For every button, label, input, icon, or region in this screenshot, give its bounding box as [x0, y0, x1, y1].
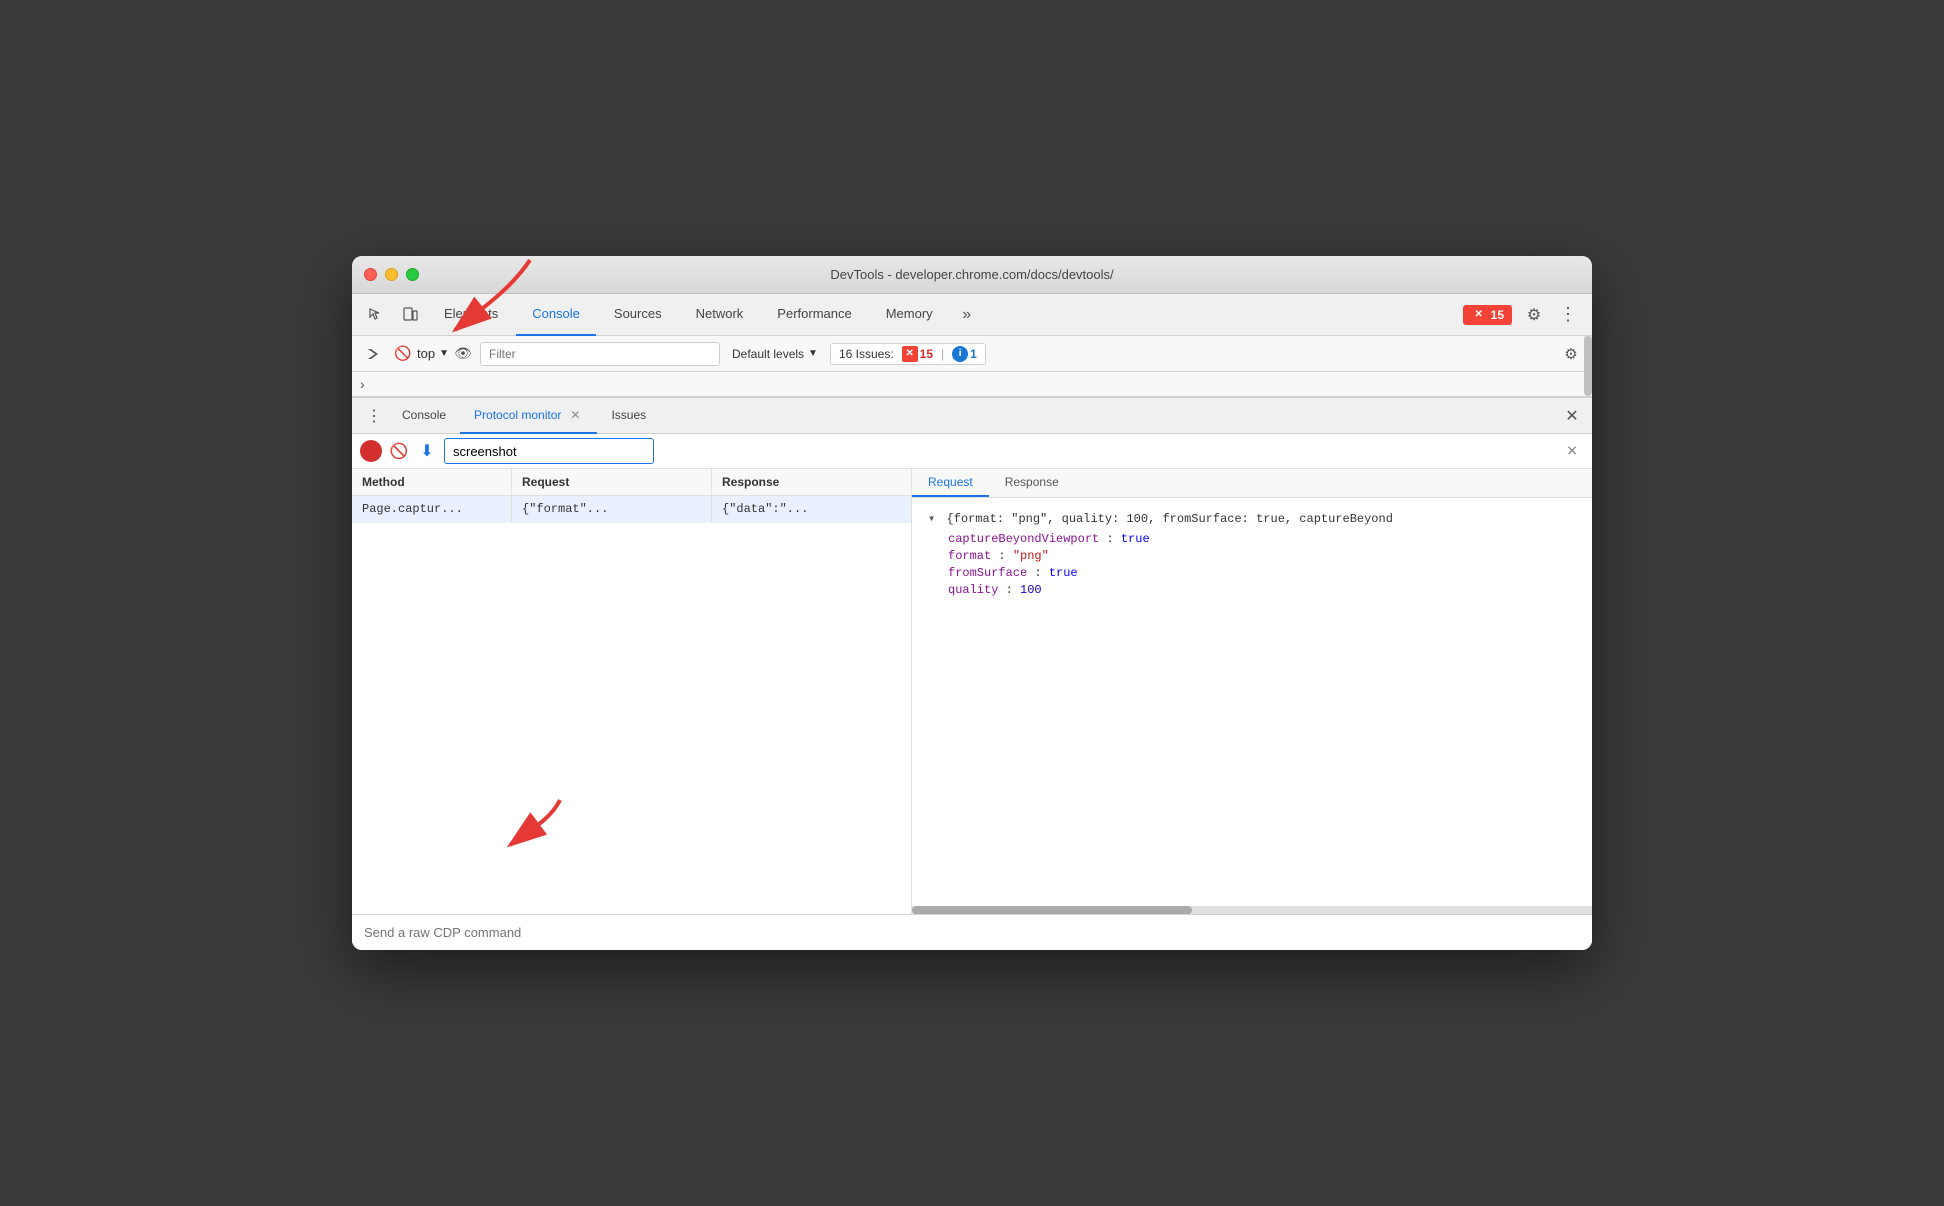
col-header-response: Response: [712, 469, 912, 495]
pm-block-button[interactable]: 🚫: [388, 440, 410, 462]
error-x-icon: ✕: [1471, 307, 1487, 323]
block-icon-button[interactable]: 🚫: [390, 341, 416, 367]
json-key-0: captureBeyondViewport: [948, 532, 1099, 546]
json-key-1: format: [948, 549, 991, 563]
col-header-method: Method: [352, 469, 512, 495]
clear-console-button[interactable]: [360, 341, 386, 367]
protocol-monitor-close-icon[interactable]: ✕: [567, 407, 583, 423]
minimize-button[interactable]: [385, 268, 398, 281]
more-tabs-button[interactable]: »: [951, 299, 983, 331]
tab-performance[interactable]: Performance: [761, 294, 867, 336]
json-fields: captureBeyondViewport : true format : "p…: [928, 532, 1576, 597]
bottom-panel: ⋮ Console Protocol monitor ✕ Issues ✕ 🚫 …: [352, 397, 1592, 950]
levels-dropdown[interactable]: Default levels ▼: [724, 345, 826, 363]
scrollbar-track[interactable]: [1584, 336, 1592, 371]
console-settings-button[interactable]: ⚙: [1558, 341, 1584, 367]
panel-menu-button[interactable]: ⋮: [360, 402, 388, 430]
issues-error-icon: ✕: [902, 346, 918, 362]
pm-table-header: Method Request Response: [352, 469, 911, 496]
json-key-2: fromSurface: [948, 566, 1027, 580]
console-expand-row[interactable]: ›: [352, 372, 1592, 397]
pm-record-button[interactable]: [360, 440, 382, 462]
json-value-0: true: [1121, 532, 1150, 546]
tab-issues[interactable]: Issues: [597, 398, 660, 434]
filter-input[interactable]: [480, 342, 720, 366]
triangle-down-icon: ▾: [928, 512, 935, 526]
settings-button[interactable]: ⚙: [1518, 299, 1550, 331]
cell-method: Page.captur...: [352, 496, 512, 522]
panel-close-button[interactable]: ✕: [1560, 404, 1584, 428]
devtools-window: DevTools - developer.chrome.com/docs/dev…: [352, 256, 1592, 950]
inspect-element-button[interactable]: [360, 299, 392, 331]
maximize-button[interactable]: [406, 268, 419, 281]
issues-error: ✕ 15: [902, 346, 933, 362]
cell-response: {"data":"...: [712, 496, 912, 522]
pm-search-row: 🚫 ⬇ ✕: [352, 434, 1592, 469]
window-title: DevTools - developer.chrome.com/docs/dev…: [830, 267, 1113, 282]
pm-detail-content: ▾ {format: "png", quality: 100, fromSurf…: [912, 498, 1592, 906]
pm-download-button[interactable]: ⬇: [416, 440, 438, 462]
bottom-panel-tabs: ⋮ Console Protocol monitor ✕ Issues ✕: [352, 398, 1592, 434]
top-selector[interactable]: top ▼: [420, 341, 446, 367]
json-field-3: quality : 100: [948, 583, 1576, 597]
protocol-monitor-content: 🚫 ⬇ ✕ Method Request Response P: [352, 434, 1592, 914]
tab-sources[interactable]: Sources: [598, 294, 678, 336]
json-value-1: "png": [1013, 549, 1049, 563]
eye-button[interactable]: 👁: [450, 341, 476, 367]
col-header-request: Request: [512, 469, 712, 495]
console-toolbar: 🚫 top ▼ 👁 Default levels ▼ 16 Issues: ✕ …: [352, 336, 1592, 372]
chevron-right-icon: ›: [360, 376, 365, 392]
device-toolbar-button[interactable]: [394, 299, 426, 331]
tab-protocol-monitor[interactable]: Protocol monitor ✕: [460, 398, 597, 434]
pm-table: Method Request Response Page.captur... {…: [352, 469, 912, 914]
tab-detail-response[interactable]: Response: [989, 469, 1075, 497]
detail-scrollbar-thumb[interactable]: [912, 906, 1192, 914]
cell-request: {"format"...: [512, 496, 712, 522]
tab-memory[interactable]: Memory: [870, 294, 949, 336]
pm-search-wrap: ✕: [444, 438, 1584, 464]
levels-chevron-icon: ▼: [808, 348, 818, 359]
pm-detail-tabs: Request Response: [912, 469, 1592, 498]
issues-badge[interactable]: 16 Issues: ✕ 15 | i 1: [830, 343, 986, 365]
json-value-2: true: [1049, 566, 1078, 580]
pm-search-input[interactable]: [444, 438, 654, 464]
tab-detail-request[interactable]: Request: [912, 469, 989, 497]
table-row[interactable]: Page.captur... {"format"... {"data":"...: [352, 496, 911, 523]
json-field-0: captureBeyondViewport : true: [948, 532, 1576, 546]
json-summary: ▾ {format: "png", quality: 100, fromSurf…: [928, 511, 1576, 526]
json-field-2: fromSurface : true: [948, 566, 1576, 580]
cdp-command-input[interactable]: [364, 925, 1580, 940]
close-button[interactable]: [364, 268, 377, 281]
devtools-toolbar: Elements Console Sources Network Perform…: [352, 294, 1592, 336]
pm-search-clear-icon[interactable]: ✕: [1566, 443, 1578, 460]
scrollbar-thumb[interactable]: [1584, 336, 1592, 396]
json-field-1: format : "png": [948, 549, 1576, 563]
titlebar: DevTools - developer.chrome.com/docs/dev…: [352, 256, 1592, 294]
traffic-lights: [364, 268, 419, 281]
tab-console-panel[interactable]: Console: [388, 398, 460, 434]
tab-console[interactable]: Console: [516, 294, 596, 336]
tab-elements[interactable]: Elements: [428, 294, 514, 336]
tab-network[interactable]: Network: [680, 294, 760, 336]
json-value-3: 100: [1020, 583, 1042, 597]
error-badge[interactable]: ✕ 15: [1463, 305, 1512, 325]
cdp-input-bar: [352, 914, 1592, 950]
chevron-down-icon: ▼: [439, 348, 449, 359]
json-key-3: quality: [948, 583, 998, 597]
pm-main-area: Method Request Response Page.captur... {…: [352, 469, 1592, 914]
issues-info-icon: i: [952, 346, 968, 362]
pm-detail-panel: Request Response ▾ {format: "png", quali…: [912, 469, 1592, 914]
issues-info: i 1: [952, 346, 977, 362]
more-button[interactable]: ⋮: [1552, 299, 1584, 331]
detail-scrollbar[interactable]: [912, 906, 1592, 914]
